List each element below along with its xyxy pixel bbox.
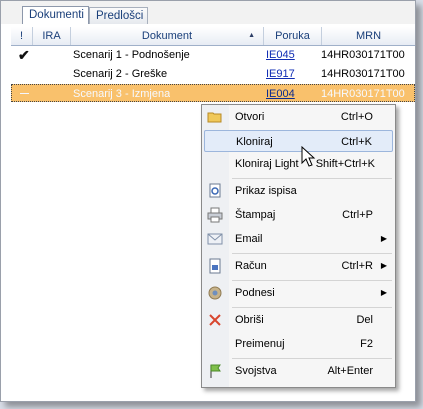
cell-mrn: 14HR030171T00 bbox=[321, 68, 405, 80]
cell-dokument: Scenarij 3 - Izmjena bbox=[73, 88, 171, 100]
folder-icon bbox=[207, 109, 223, 125]
cell-mrn: 14HR030171T00 bbox=[321, 49, 405, 61]
column-header-flag[interactable]: ! bbox=[11, 27, 33, 45]
menu-shortcut: Ctrl+K bbox=[341, 136, 372, 148]
menu-item-stampaj[interactable]: Štampaj Ctrl+P bbox=[204, 204, 393, 226]
menu-item-podnesi[interactable]: Podnesi ▶ bbox=[204, 282, 393, 304]
tab-dokumenti[interactable]: Dokumenti bbox=[22, 6, 89, 24]
menu-shortcut: F2 bbox=[360, 338, 373, 350]
menu-item-kloniraj-light[interactable]: Kloniraj Light Shift+Ctrl+K bbox=[204, 153, 393, 175]
menu-label: Račun bbox=[235, 260, 267, 272]
menu-shortcut: Ctrl+P bbox=[342, 209, 373, 221]
menu-item-svojstva[interactable]: Svojstva Alt+Enter bbox=[204, 360, 393, 382]
grid-header: ! IRA Dokument ▲ Poruka MRN bbox=[11, 27, 415, 46]
delete-icon bbox=[207, 312, 223, 328]
column-header-ira[interactable]: IRA bbox=[33, 27, 71, 45]
table-row[interactable]: Scenarij 2 - Greške IE917 14HR030171T00 bbox=[11, 65, 415, 83]
menu-separator bbox=[232, 253, 392, 254]
cell-dokument: Scenarij 1 - Podnošenje bbox=[73, 49, 190, 61]
menu-separator bbox=[232, 358, 392, 359]
submenu-arrow-icon: ▶ bbox=[380, 288, 387, 297]
menu-label: Štampaj bbox=[235, 209, 276, 221]
menu-shortcut: Del bbox=[356, 314, 373, 326]
column-header-poruka[interactable]: Poruka bbox=[264, 27, 322, 45]
column-header-dokument-label: Dokument bbox=[141, 30, 193, 42]
submenu-arrow-icon: ▶ bbox=[380, 234, 387, 243]
tab-strip: Dokumenti Predlošci bbox=[1, 1, 415, 24]
invoice-icon bbox=[207, 258, 223, 274]
menu-item-otvori[interactable]: Otvori Ctrl+O bbox=[204, 106, 393, 128]
column-header-dokument[interactable]: Dokument ▲ bbox=[71, 27, 264, 45]
table-row-selected[interactable]: Scenarij 3 - Izmjena IE004 14HR030171T00 bbox=[11, 84, 415, 102]
menu-item-email[interactable]: Email ▶ bbox=[204, 228, 393, 250]
table-row[interactable]: ✔ Scenarij 1 - Podnošenje IE045 14HR0301… bbox=[11, 46, 415, 64]
menu-label: Preimenuj bbox=[235, 338, 285, 350]
flag-icon bbox=[207, 363, 223, 379]
cell-poruka-link[interactable]: IE917 bbox=[266, 65, 295, 83]
context-menu: Otvori Ctrl+O Kloniraj Ctrl+K Kloniraj L… bbox=[201, 104, 396, 388]
application-window: Dokumenti Predlošci ! IRA Dokument ▲ Por… bbox=[0, 0, 416, 402]
submenu-arrow-icon: ▶ bbox=[380, 261, 387, 270]
cell-poruka-link[interactable]: IE045 bbox=[266, 46, 295, 64]
mouse-cursor-icon bbox=[301, 146, 316, 167]
cell-dokument: Scenarij 2 - Greške bbox=[73, 68, 168, 80]
tab-predlosci[interactable]: Predlošci bbox=[89, 7, 148, 24]
menu-shortcut: Ctrl+O bbox=[340, 111, 373, 123]
menu-item-racun[interactable]: Račun Ctrl+R ▶ bbox=[204, 255, 393, 277]
menu-label: Prikaz ispisa bbox=[235, 185, 297, 197]
menu-label: Kloniraj bbox=[236, 136, 273, 148]
menu-shortcut: Ctrl+R bbox=[341, 260, 373, 272]
menu-label: Email bbox=[235, 233, 263, 245]
sort-ascending-icon: ▲ bbox=[248, 32, 255, 39]
column-header-mrn[interactable]: MRN bbox=[322, 27, 415, 45]
print-preview-icon bbox=[207, 183, 223, 199]
printer-icon bbox=[207, 207, 223, 223]
menu-separator bbox=[232, 178, 392, 179]
menu-label: Obriši bbox=[235, 314, 264, 326]
cell-mrn: 14HR030171T00 bbox=[321, 88, 405, 100]
menu-item-kloniraj[interactable]: Kloniraj Ctrl+K bbox=[204, 130, 393, 152]
menu-separator bbox=[232, 307, 392, 308]
email-icon bbox=[207, 231, 223, 247]
menu-label: Kloniraj Light bbox=[235, 158, 299, 170]
cell-poruka-link[interactable]: IE004 bbox=[266, 85, 295, 103]
menu-label: Otvori bbox=[235, 111, 265, 123]
menu-separator bbox=[232, 280, 392, 281]
menu-label: Svojstva bbox=[235, 365, 277, 377]
menu-shortcut: Alt+Enter bbox=[327, 365, 373, 377]
dash-icon bbox=[19, 85, 31, 103]
menu-item-obrisi[interactable]: Obriši Del bbox=[204, 309, 393, 331]
check-icon: ✔ bbox=[18, 47, 30, 63]
menu-item-prikaz-ispisa[interactable]: Prikaz ispisa bbox=[204, 180, 393, 202]
menu-shortcut: Shift+Ctrl+K bbox=[315, 158, 375, 170]
menu-item-preimenuj[interactable]: Preimenuj F2 bbox=[204, 333, 393, 355]
submit-icon bbox=[207, 285, 223, 301]
menu-label: Podnesi bbox=[235, 287, 275, 299]
